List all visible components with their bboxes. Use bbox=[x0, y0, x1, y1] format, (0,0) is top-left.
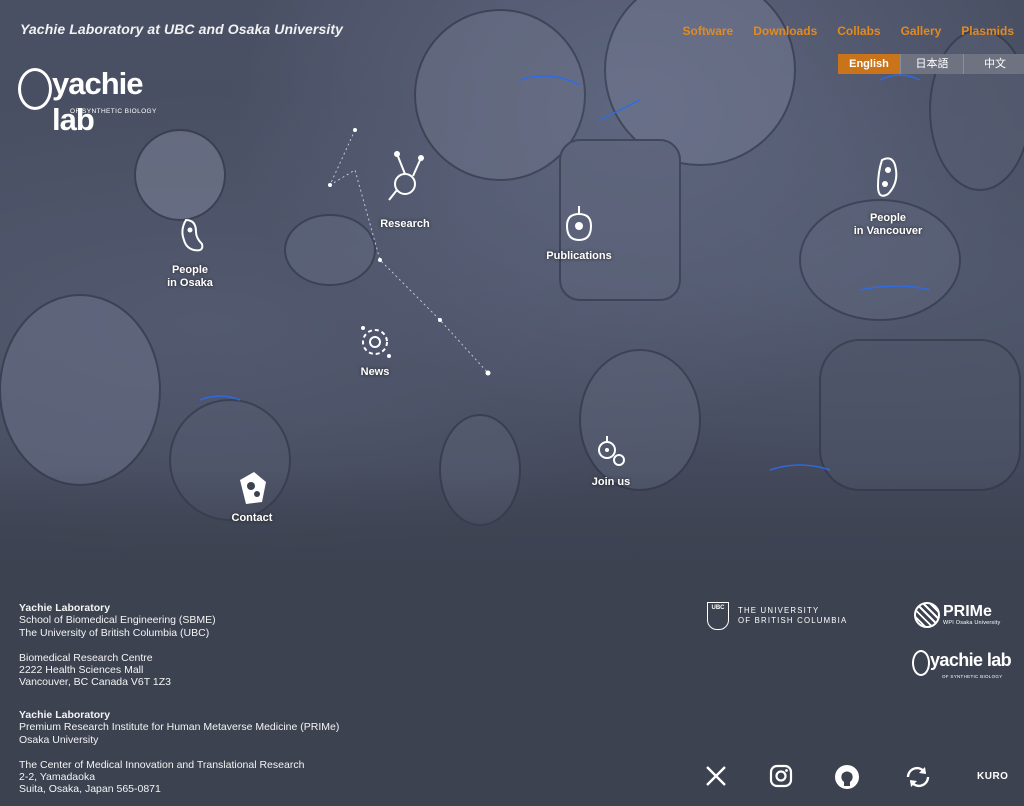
people-vancouver-label-2: in Vancouver bbox=[853, 225, 923, 237]
hotspot-news[interactable]: News bbox=[350, 320, 400, 379]
logo-ring-icon bbox=[18, 68, 52, 110]
footer-logo-ring-icon bbox=[912, 650, 930, 676]
contact-icon bbox=[240, 472, 266, 504]
site-title: Yachie Laboratory at UBC and Osaka Unive… bbox=[20, 21, 343, 37]
news-label: News bbox=[360, 366, 390, 378]
lang-english[interactable]: English bbox=[838, 54, 900, 74]
hotspot-contact[interactable]: Contact bbox=[226, 466, 278, 525]
address-osaka-line2: Osaka University bbox=[19, 733, 99, 746]
people-vancouver-label-1: People bbox=[869, 212, 907, 224]
ubc-shield-text: UBC bbox=[711, 605, 725, 611]
publications-label: Publications bbox=[546, 250, 612, 262]
address-osaka-line4: 2-2, Yamadaoka bbox=[19, 771, 96, 784]
contact-label: Contact bbox=[231, 512, 273, 524]
github-icon[interactable] bbox=[834, 764, 860, 790]
ubc-shield-icon: UBC bbox=[707, 602, 729, 630]
footer-logo-wordmark: yachie lab bbox=[930, 650, 1012, 670]
prime-logo[interactable]: PRIMe WPI Osaka University bbox=[914, 602, 1000, 628]
address-ubc-line2: The University of British Columbia (UBC) bbox=[19, 626, 210, 639]
address-osaka: Yachie Laboratory Premium Research Insti… bbox=[19, 709, 339, 796]
footer-logo-subtitle: OF SYNTHETIC BIOLOGY bbox=[942, 674, 1003, 679]
hero-illustration: Yachie Laboratory at UBC and Osaka Unive… bbox=[0, 0, 1024, 590]
address-osaka-name: Yachie Laboratory bbox=[19, 709, 111, 721]
join-us-label: Join us bbox=[591, 476, 631, 488]
language-switcher: English 日本語 中文 bbox=[838, 54, 1024, 74]
hotspot-people-osaka[interactable]: People in Osaka bbox=[160, 214, 220, 290]
nav-downloads[interactable]: Downloads bbox=[753, 24, 817, 38]
address-ubc-line5: Vancouver, BC Canada V6T 1Z3 bbox=[19, 676, 171, 689]
hotspot-research[interactable]: Research bbox=[378, 146, 432, 231]
ubc-logo-line2: OF BRITISH COLUMBIA bbox=[738, 616, 848, 625]
nav-software[interactable]: Software bbox=[683, 24, 734, 38]
prime-name: PRIMe bbox=[943, 603, 992, 620]
research-label: Research bbox=[380, 218, 430, 230]
join-us-icon bbox=[598, 436, 625, 466]
top-nav: Software Downloads Collabs Gallery Plasm… bbox=[683, 24, 1014, 38]
nav-gallery[interactable]: Gallery bbox=[901, 24, 942, 38]
people-osaka-label-1: People bbox=[171, 264, 209, 276]
address-ubc-name: Yachie Laboratory bbox=[19, 602, 111, 614]
hotspot-publications[interactable]: Publications bbox=[546, 204, 612, 263]
news-icon bbox=[361, 326, 391, 358]
lab-logo[interactable]: yachie lab OF SYNTHETIC BIOLOGY bbox=[18, 62, 178, 137]
research-icon bbox=[388, 151, 424, 201]
address-osaka-line1: Premium Research Institute for Human Met… bbox=[19, 721, 340, 734]
address-ubc-line3: Biomedical Research Centre bbox=[19, 651, 153, 664]
prime-subtitle: WPI Osaka University bbox=[943, 620, 1001, 626]
ubc-logo[interactable]: UBC THE UNIVERSITY OF BRITISH COLUMBIA bbox=[707, 602, 847, 630]
refresh-icon[interactable] bbox=[903, 764, 933, 790]
address-ubc: Yachie Laboratory School of Biomedical E… bbox=[19, 602, 216, 689]
publications-icon bbox=[565, 206, 593, 242]
nav-collabs[interactable]: Collabs bbox=[837, 24, 880, 38]
people-osaka-label-2: in Osaka bbox=[167, 277, 213, 289]
address-osaka-line3: The Center of Medical Innovation and Tra… bbox=[19, 758, 305, 771]
hotspot-join-us[interactable]: Join us bbox=[586, 430, 636, 489]
people-osaka-icon bbox=[181, 218, 204, 252]
nav-plasmids[interactable]: Plasmids bbox=[961, 24, 1014, 38]
address-ubc-line1: School of Biomedical Engineering (SBME) bbox=[19, 614, 216, 627]
footer-lab-logo[interactable]: yachie lab OF SYNTHETIC BIOLOGY bbox=[912, 648, 1012, 684]
ubc-logo-line1: THE UNIVERSITY bbox=[738, 606, 820, 615]
logo-subtitle: OF SYNTHETIC BIOLOGY bbox=[70, 108, 157, 115]
hotspot-people-vancouver[interactable]: People in Vancouver bbox=[852, 150, 924, 238]
lang-chinese[interactable]: 中文 bbox=[963, 54, 1024, 74]
people-vancouver-icon bbox=[876, 157, 898, 197]
x-icon[interactable] bbox=[704, 764, 728, 788]
address-ubc-line4: 2222 Health Sciences Mall bbox=[19, 664, 144, 677]
prime-globe-icon bbox=[914, 602, 940, 628]
instagram-icon[interactable] bbox=[769, 764, 793, 788]
logo-wordmark: yachie lab bbox=[52, 66, 144, 137]
address-osaka-line5: Suita, Osaka, Japan 565-0871 bbox=[19, 783, 161, 796]
lang-japanese[interactable]: 日本語 bbox=[900, 54, 963, 74]
kuro-link[interactable]: KURO bbox=[977, 771, 1008, 782]
